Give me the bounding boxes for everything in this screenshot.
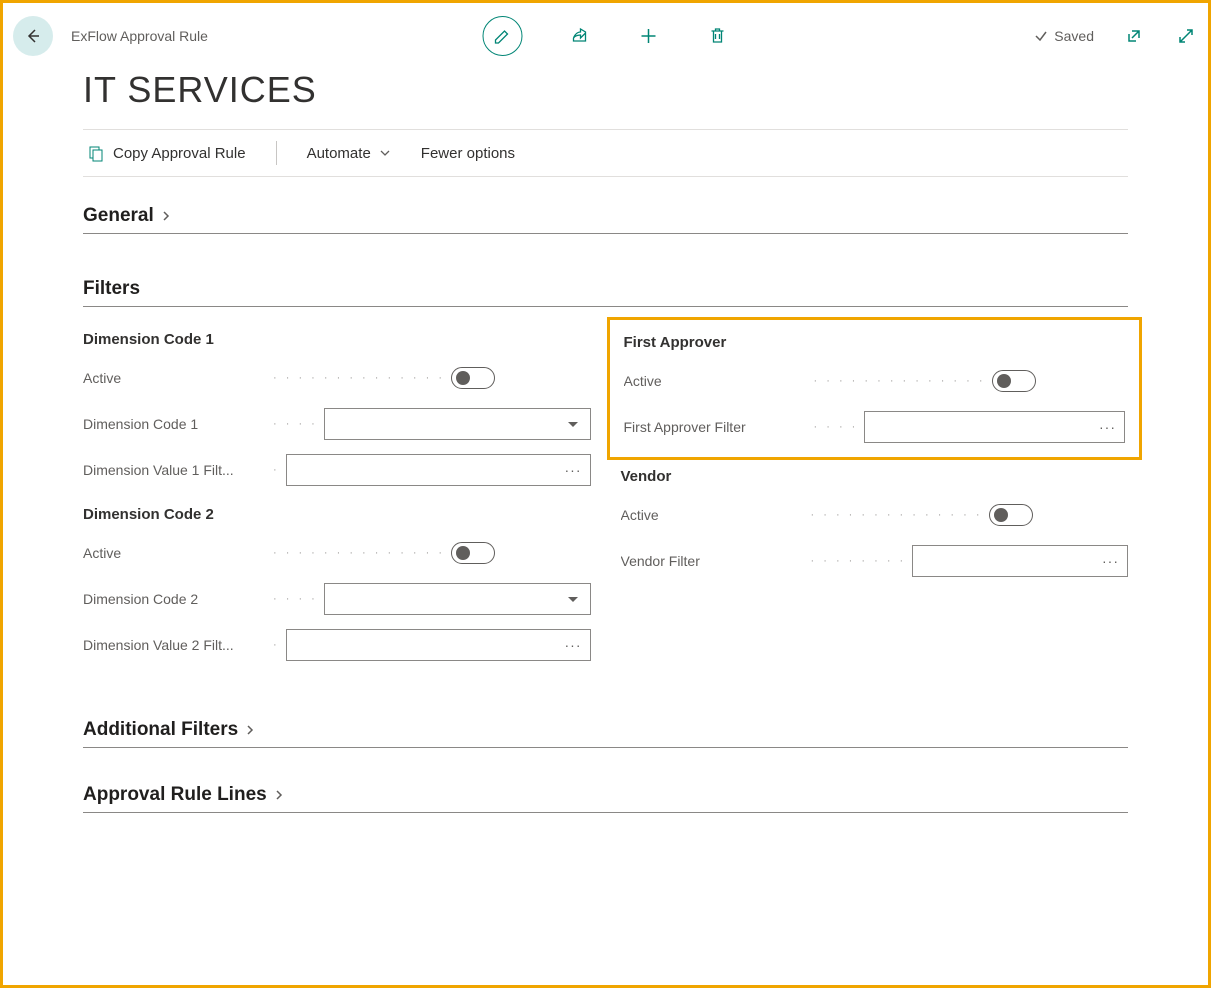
copy-icon xyxy=(87,144,105,162)
general-section-header[interactable]: General xyxy=(83,205,1128,234)
copy-approval-rule-action[interactable]: Copy Approval Rule xyxy=(87,144,246,162)
dim1-active-label: Active xyxy=(83,370,273,386)
chevron-right-icon xyxy=(160,210,172,222)
edit-button[interactable] xyxy=(482,16,522,56)
automate-menu[interactable]: Automate xyxy=(307,145,391,162)
dim2-active-toggle[interactable] xyxy=(451,542,495,564)
first-approver-active-label: Active xyxy=(624,373,814,389)
pop-out-button[interactable] xyxy=(1122,24,1146,48)
new-button[interactable] xyxy=(636,24,660,48)
dim2-value-label: Dimension Value 2 Filt... xyxy=(83,637,273,653)
share-icon xyxy=(569,26,589,46)
vendor-active-label: Active xyxy=(621,507,811,523)
vendor-filter-input[interactable]: ··· xyxy=(912,545,1128,577)
first-approver-active-toggle[interactable] xyxy=(992,370,1036,392)
breadcrumb: ExFlow Approval Rule xyxy=(71,28,208,44)
saved-indicator: Saved xyxy=(1034,28,1094,44)
chevron-down-icon xyxy=(379,147,391,159)
first-approver-filter-input[interactable]: ··· xyxy=(864,411,1125,443)
dim1-code-dropdown[interactable] xyxy=(324,408,591,440)
chevron-right-icon xyxy=(244,724,256,736)
dim2-value-input[interactable]: ··· xyxy=(286,629,591,661)
action-separator xyxy=(276,141,277,165)
trash-icon xyxy=(708,26,726,46)
dimension-code-1-group: Dimension Code 1 xyxy=(83,331,591,348)
dim1-value-input[interactable]: ··· xyxy=(286,454,591,486)
dim2-code-label: Dimension Code 2 xyxy=(83,591,273,607)
vendor-active-toggle[interactable] xyxy=(989,504,1033,526)
dim2-code-dropdown[interactable] xyxy=(324,583,591,615)
chevron-right-icon xyxy=(273,789,285,801)
expand-button[interactable] xyxy=(1174,24,1198,48)
back-button[interactable] xyxy=(13,16,53,56)
pencil-icon xyxy=(493,27,511,45)
dim1-code-label: Dimension Code 1 xyxy=(83,416,273,432)
page-title: IT SERVICES xyxy=(83,69,1198,111)
check-icon xyxy=(1034,29,1048,43)
plus-icon xyxy=(638,26,658,46)
pop-out-icon xyxy=(1125,27,1143,45)
first-approver-filter-label: First Approver Filter xyxy=(624,419,814,435)
dim1-active-toggle[interactable] xyxy=(451,367,495,389)
additional-filters-section-header[interactable]: Additional Filters xyxy=(83,719,1128,748)
dim1-value-label: Dimension Value 1 Filt... xyxy=(83,462,273,478)
share-button[interactable] xyxy=(567,24,591,48)
vendor-filter-label: Vendor Filter xyxy=(621,553,811,569)
first-approver-group: First Approver xyxy=(624,334,1126,351)
vendor-group: Vendor xyxy=(621,468,1129,485)
approval-rule-lines-section-header[interactable]: Approval Rule Lines xyxy=(83,784,1128,813)
first-approver-highlight: First Approver Active · · · · · · · · · … xyxy=(607,317,1143,460)
expand-icon xyxy=(1177,27,1195,45)
filters-section-header[interactable]: Filters xyxy=(83,278,1128,307)
dim2-active-label: Active xyxy=(83,545,273,561)
arrow-left-icon xyxy=(23,26,43,46)
delete-button[interactable] xyxy=(705,24,729,48)
dimension-code-2-group: Dimension Code 2 xyxy=(83,506,591,523)
fewer-options-action[interactable]: Fewer options xyxy=(421,145,515,162)
